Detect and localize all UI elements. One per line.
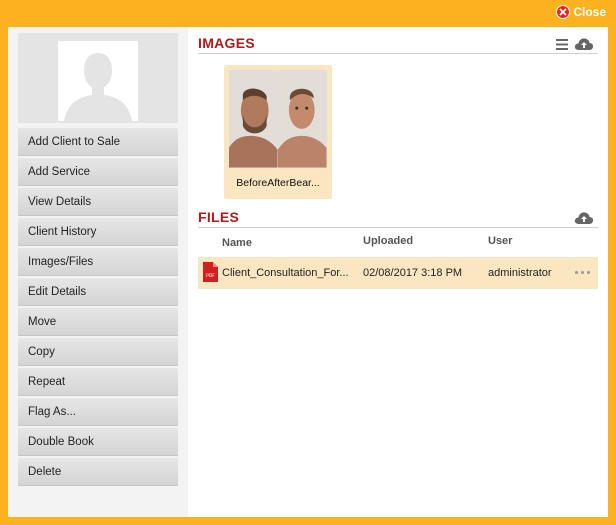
images-title: IMAGES <box>198 35 256 51</box>
files-table-header: Name Uploaded User <box>198 233 598 255</box>
list-view-icon[interactable] <box>556 38 568 50</box>
sidebar-item-move[interactable]: Move <box>18 308 178 336</box>
cloud-upload-icon[interactable] <box>574 211 594 225</box>
pdf-file-icon: PDF <box>203 262 218 287</box>
files-section-header: FILES <box>198 207 598 228</box>
after-photo <box>278 70 327 168</box>
sidebar-item-delete[interactable]: Delete <box>18 458 178 486</box>
svg-text:PDF: PDF <box>206 273 215 279</box>
close-icon <box>556 5 571 19</box>
person-placeholder-icon <box>58 41 138 121</box>
more-options-icon[interactable] <box>575 271 590 274</box>
avatar-frame <box>18 33 178 123</box>
close-button[interactable]: Close <box>556 5 606 19</box>
sidebar-item-add-service[interactable]: Add Service <box>18 158 178 186</box>
file-uploaded: 02/08/2017 3:18 PM <box>363 267 463 279</box>
avatar <box>58 41 138 121</box>
column-name[interactable]: Name <box>222 237 252 249</box>
main-panel: IMAGES BeforeAfterBear... FILES Name Upl… <box>198 27 602 517</box>
sidebar-item-double-book[interactable]: Double Book <box>18 428 178 456</box>
image-thumbnail[interactable] <box>229 70 327 168</box>
sidebar-item-repeat[interactable]: Repeat <box>18 368 178 396</box>
client-dialog: Add Client to Sale Add Service View Deta… <box>8 27 608 517</box>
file-user: administrator <box>488 267 552 279</box>
sidebar-item-copy[interactable]: Copy <box>18 338 178 366</box>
sidebar-item-edit-details[interactable]: Edit Details <box>18 278 178 306</box>
sidebar-menu: Add Client to Sale Add Service View Deta… <box>18 128 178 488</box>
image-card[interactable]: BeforeAfterBear... <box>224 65 332 199</box>
column-user[interactable]: User <box>488 235 512 247</box>
sidebar-item-images-files[interactable]: Images/Files <box>18 248 178 276</box>
sidebar: Add Client to Sale Add Service View Deta… <box>8 27 188 517</box>
column-uploaded[interactable]: Uploaded <box>363 235 413 247</box>
sidebar-item-flag-as[interactable]: Flag As... <box>18 398 178 426</box>
files-table: Name Uploaded User PDF Client_Consultati… <box>198 233 598 289</box>
sidebar-item-add-client-to-sale[interactable]: Add Client to Sale <box>18 128 178 156</box>
image-name: BeforeAfterBear... <box>236 177 320 189</box>
table-row[interactable]: PDF Client_Consultation_For... 02/08/201… <box>198 257 598 289</box>
files-title: FILES <box>198 209 240 225</box>
before-photo <box>229 70 278 168</box>
cloud-upload-icon[interactable] <box>574 37 594 51</box>
sidebar-item-client-history[interactable]: Client History <box>18 218 178 246</box>
file-name[interactable]: Client_Consultation_For... <box>222 267 362 279</box>
close-label: Close <box>573 5 606 19</box>
sidebar-item-view-details[interactable]: View Details <box>18 188 178 216</box>
images-section-header: IMAGES <box>198 33 598 54</box>
